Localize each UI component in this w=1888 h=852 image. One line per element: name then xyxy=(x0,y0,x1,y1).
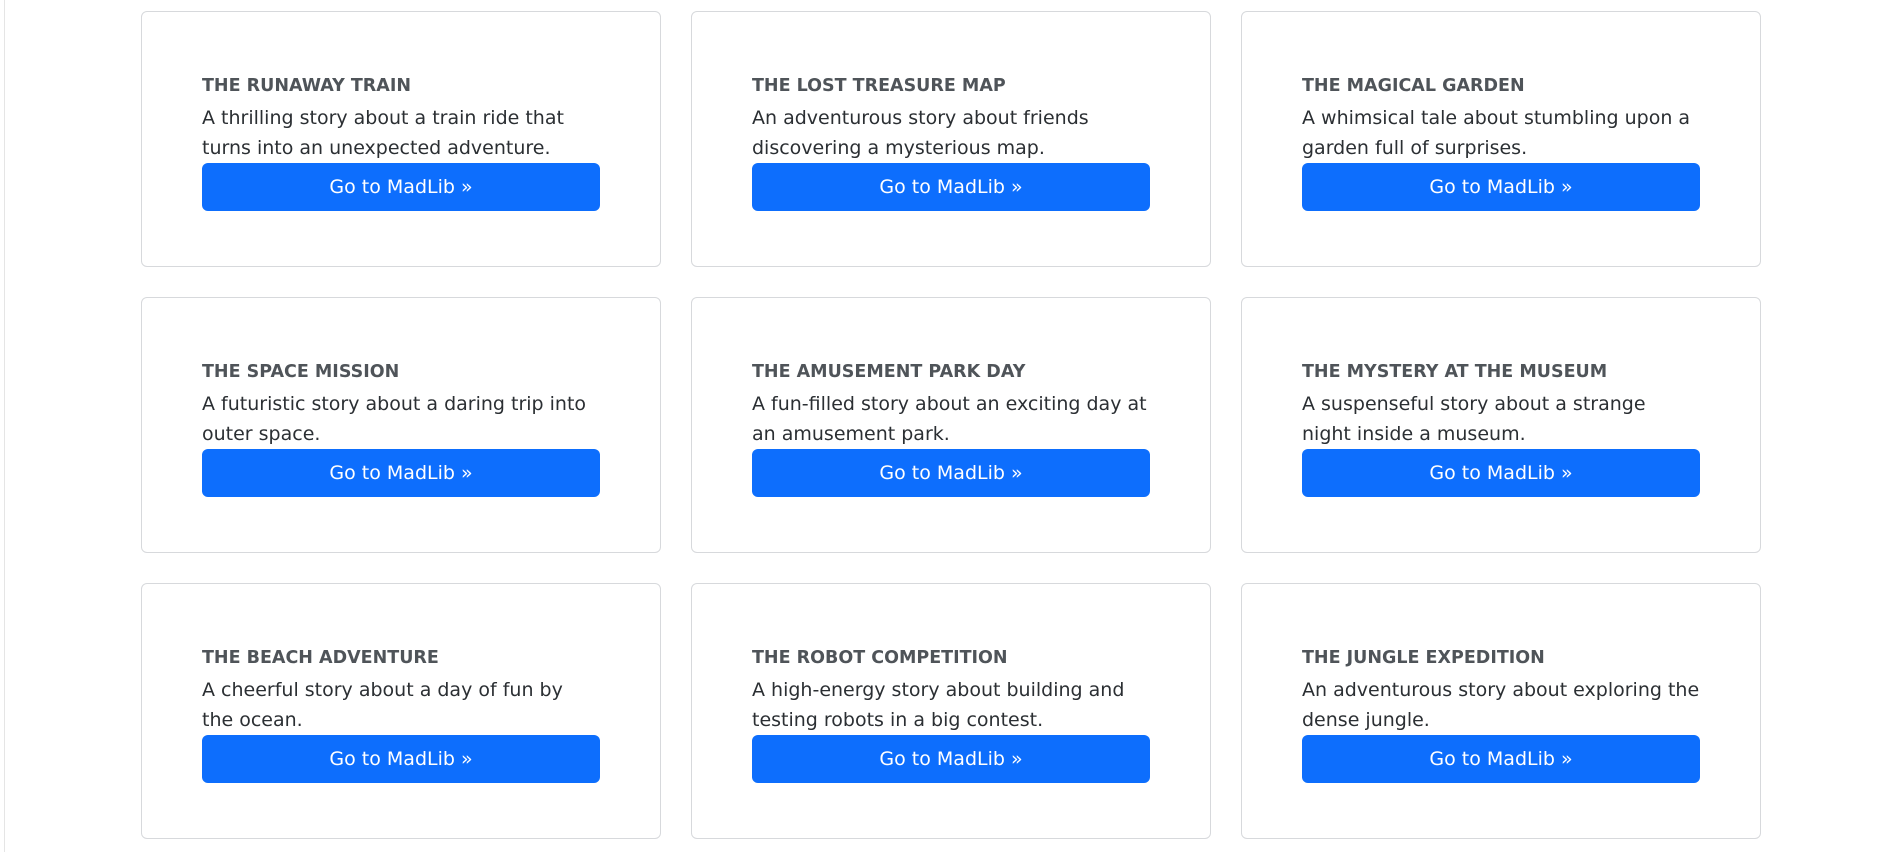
card-title: THE MYSTERY AT THE MUSEUM xyxy=(1302,362,1608,382)
go-to-madlib-button[interactable]: Go to MadLib » xyxy=(752,735,1150,783)
card-title: THE SPACE MISSION xyxy=(202,362,400,382)
go-to-madlib-button[interactable]: Go to MadLib » xyxy=(1302,449,1700,497)
madlib-card: THE LOST TREASURE MAP An adventurous sto… xyxy=(691,11,1211,267)
card-description: A suspenseful story about a strange nigh… xyxy=(1302,393,1646,445)
card-title: THE AMUSEMENT PARK DAY xyxy=(752,362,1026,382)
go-to-madlib-button[interactable]: Go to MadLib » xyxy=(202,449,600,497)
card-title: THE MAGICAL GARDEN xyxy=(1302,76,1525,96)
card-description: An adventurous story about exploring the… xyxy=(1302,679,1700,731)
madlib-card: THE RUNAWAY TRAIN A thrilling story abou… xyxy=(141,11,661,267)
card-title: THE LOST TREASURE MAP xyxy=(752,76,1006,96)
madlib-card: THE MYSTERY AT THE MUSEUM A suspenseful … xyxy=(1241,297,1761,553)
go-to-madlib-button[interactable]: Go to MadLib » xyxy=(752,163,1150,211)
card-title: THE JUNGLE EXPEDITION xyxy=(1302,648,1545,668)
page: THE RUNAWAY TRAIN A thrilling story abou… xyxy=(0,0,1888,852)
card-description: An adventurous story about friends disco… xyxy=(752,107,1089,159)
go-to-madlib-button[interactable]: Go to MadLib » xyxy=(202,163,600,211)
go-to-madlib-button[interactable]: Go to MadLib » xyxy=(1302,163,1700,211)
left-border xyxy=(4,0,5,852)
card-description: A fun-filled story about an exciting day… xyxy=(752,393,1147,445)
card-description: A futuristic story about a daring trip i… xyxy=(202,393,587,445)
card-description: A thrilling story about a train ride tha… xyxy=(202,107,564,159)
card-description: A whimsical tale about stumbling upon a … xyxy=(1302,107,1691,159)
madlib-card-grid: THE RUNAWAY TRAIN A thrilling story abou… xyxy=(141,11,1761,839)
card-title: THE BEACH ADVENTURE xyxy=(202,648,439,668)
card-description: A cheerful story about a day of fun by t… xyxy=(202,679,563,731)
go-to-madlib-button[interactable]: Go to MadLib » xyxy=(202,735,600,783)
madlib-card: THE BEACH ADVENTURE A cheerful story abo… xyxy=(141,583,661,839)
card-title: THE ROBOT COMPETITION xyxy=(752,648,1008,668)
madlib-card: THE ROBOT COMPETITION A high-energy stor… xyxy=(691,583,1211,839)
madlib-card: THE JUNGLE EXPEDITION An adventurous sto… xyxy=(1241,583,1761,839)
madlib-card: THE AMUSEMENT PARK DAY A fun-filled stor… xyxy=(691,297,1211,553)
go-to-madlib-button[interactable]: Go to MadLib » xyxy=(752,449,1150,497)
madlib-card: THE SPACE MISSION A futuristic story abo… xyxy=(141,297,661,553)
go-to-madlib-button[interactable]: Go to MadLib » xyxy=(1302,735,1700,783)
card-title: THE RUNAWAY TRAIN xyxy=(202,76,411,96)
card-description: A high-energy story about building and t… xyxy=(752,679,1125,731)
madlib-card: THE MAGICAL GARDEN A whimsical tale abou… xyxy=(1241,11,1761,267)
